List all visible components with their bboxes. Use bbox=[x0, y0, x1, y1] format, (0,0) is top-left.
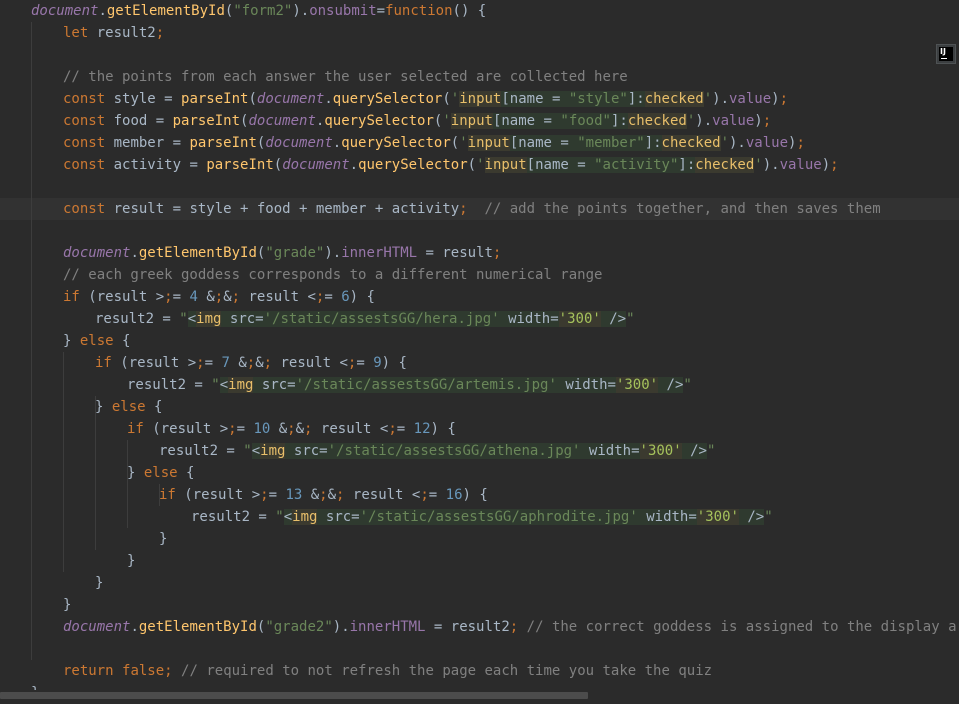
code-line-text: // each greek goddess corresponds to a d… bbox=[63, 267, 603, 283]
code-line-text: if (result >;= 10 &;&; result <;= 12) { bbox=[127, 421, 456, 437]
code-line[interactable]: } else { bbox=[0, 330, 959, 352]
horizontal-scrollbar[interactable] bbox=[0, 690, 959, 700]
code-line-text: if (result >;= 13 &;&; result <;= 16) { bbox=[159, 487, 488, 503]
code-line[interactable]: } bbox=[0, 572, 959, 594]
code-line[interactable]: if (result >;= 7 &;&; result <;= 9) { bbox=[0, 352, 959, 374]
code-line-text: document.getElementById("grade2").innerH… bbox=[63, 619, 959, 635]
code-line[interactable]: let result2; bbox=[0, 22, 959, 44]
code-line-text: const activity = parseInt(document.query… bbox=[63, 157, 839, 173]
code-line[interactable]: } bbox=[0, 528, 959, 550]
code-line-text: } else { bbox=[95, 399, 163, 415]
code-line[interactable]: return false; // required to not refresh… bbox=[0, 660, 959, 682]
code-line[interactable]: } else { bbox=[0, 396, 959, 418]
code-line[interactable]: result2 = "<img src='/static/assestsGG/a… bbox=[0, 506, 959, 528]
code-line-text: const food = parseInt(document.querySele… bbox=[63, 113, 772, 129]
code-line[interactable]: // each greek goddess corresponds to a d… bbox=[0, 264, 959, 286]
code-line[interactable]: document.getElementById("grade").innerHT… bbox=[0, 242, 959, 264]
indent-guide bbox=[159, 484, 160, 506]
code-line[interactable]: // the points from each answer the user … bbox=[0, 66, 959, 88]
code-line-text: result2 = "<img src='/static/assestsGG/a… bbox=[159, 443, 716, 459]
code-line-text: } else { bbox=[63, 333, 131, 349]
code-line[interactable]: const style = parseInt(document.querySel… bbox=[0, 88, 959, 110]
code-line[interactable]: document.getElementById("form2").onsubmi… bbox=[0, 0, 959, 22]
code-line[interactable]: result2 = "<img src='/static/assestsGG/h… bbox=[0, 308, 959, 330]
code-line-text: const member = parseInt(document.querySe… bbox=[63, 135, 805, 151]
code-line-text: document.getElementById("form2").onsubmi… bbox=[31, 3, 487, 19]
indent-guide bbox=[63, 352, 64, 572]
indent-guide bbox=[31, 22, 32, 660]
code-line-text: } else { bbox=[127, 465, 195, 481]
code-line-text: } bbox=[63, 597, 72, 613]
code-line[interactable]: if (result >;= 10 &;&; result <;= 12) { bbox=[0, 418, 959, 440]
code-line[interactable] bbox=[0, 638, 959, 660]
code-line[interactable] bbox=[0, 176, 959, 198]
ide-icon-label: IJ bbox=[939, 47, 953, 61]
code-line-text: document.getElementById("grade").innerHT… bbox=[63, 245, 502, 261]
code-line-text: return false; // required to not refresh… bbox=[63, 663, 713, 679]
code-line[interactable] bbox=[0, 44, 959, 66]
code-line[interactable]: const activity = parseInt(document.query… bbox=[0, 154, 959, 176]
code-line[interactable]: result2 = "<img src='/static/assestsGG/a… bbox=[0, 440, 959, 462]
code-line[interactable]: const result = style + food + member + a… bbox=[0, 198, 959, 220]
code-line-text: } bbox=[127, 553, 136, 569]
code-line[interactable]: if (result >;= 13 &;&; result <;= 16) { bbox=[0, 484, 959, 506]
code-line[interactable]: document.getElementById("grade2").innerH… bbox=[0, 616, 959, 638]
intellij-icon[interactable]: IJ bbox=[936, 44, 956, 64]
code-line[interactable]: const member = parseInt(document.querySe… bbox=[0, 132, 959, 154]
code-line[interactable]: if (result >;= 4 &;&; result <;= 6) { bbox=[0, 286, 959, 308]
indent-guide bbox=[95, 396, 96, 550]
code-line[interactable]: } bbox=[0, 594, 959, 616]
code-line-text: if (result >;= 7 &;&; result <;= 9) { bbox=[95, 355, 407, 371]
scrollbar-thumb[interactable] bbox=[0, 692, 588, 699]
code-line-text: let result2; bbox=[63, 25, 165, 41]
code-line-text: result2 = "<img src='/static/assestsGG/a… bbox=[191, 509, 773, 525]
indent-guide bbox=[127, 440, 128, 528]
code-line-text: const style = parseInt(document.querySel… bbox=[63, 91, 789, 107]
code-line-text: } bbox=[95, 575, 104, 591]
code-line-text: // the points from each answer the user … bbox=[63, 69, 628, 85]
code-line[interactable]: } bbox=[0, 550, 959, 572]
code-line[interactable] bbox=[0, 220, 959, 242]
code-line-text: } bbox=[159, 531, 168, 547]
code-line[interactable]: } else { bbox=[0, 462, 959, 484]
code-line[interactable]: result2 = "<img src='/static/assestsGG/a… bbox=[0, 374, 959, 396]
code-line-text: const result = style + food + member + a… bbox=[63, 201, 881, 217]
code-line-text: result2 = "<img src='/static/assestsGG/h… bbox=[95, 311, 635, 327]
code-line-text: if (result >;= 4 &;&; result <;= 6) { bbox=[63, 289, 375, 305]
code-editor[interactable]: document.getElementById("form2").onsubmi… bbox=[0, 0, 959, 701]
code-line[interactable]: const food = parseInt(document.querySele… bbox=[0, 110, 959, 132]
code-line-text: result2 = "<img src='/static/assestsGG/a… bbox=[127, 377, 692, 393]
